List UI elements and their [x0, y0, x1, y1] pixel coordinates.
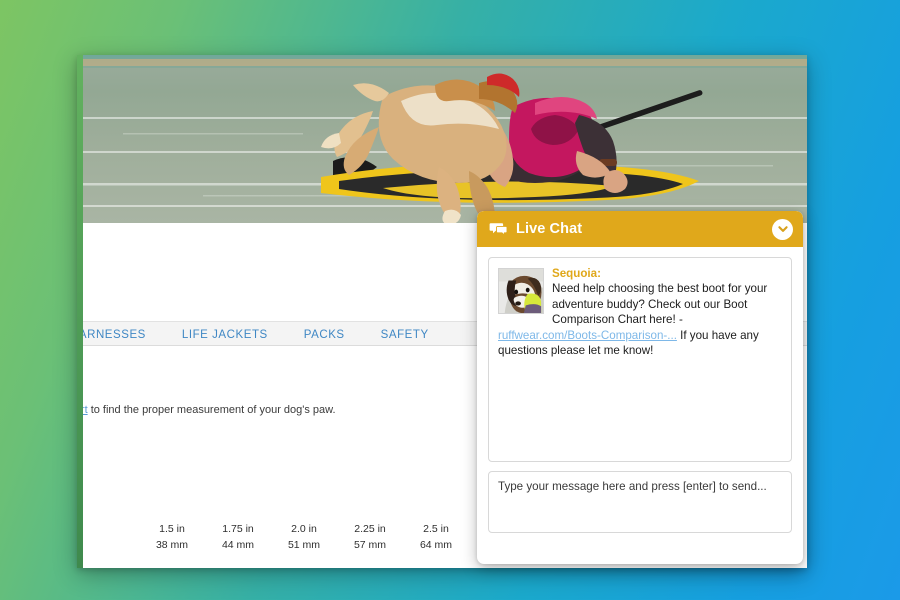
live-chat-header[interactable]: Live Chat [477, 211, 803, 247]
size-mm: 64 mm [419, 539, 453, 551]
size-column: 1.75 in 44 mm [205, 521, 271, 553]
size-column: 2.5 in 64 mm [403, 521, 469, 553]
size-column: 2.0 in 51 mm [271, 521, 337, 553]
size-inches: 2.0 in [291, 523, 317, 535]
live-chat-title: Live Chat [516, 221, 583, 237]
chat-message-log[interactable]: Sequoia: Need help choosing the best boot… [488, 257, 792, 462]
speech-bubbles-icon [489, 222, 508, 236]
sizing-note-line-2: our Paw Measurement Chart to find the pr… [77, 404, 336, 416]
size-inches: 2.25 in [354, 523, 386, 535]
hero-illustration [83, 55, 807, 223]
size-mm: 57 mm [353, 539, 387, 551]
category-nav-items: BOOTS HARNESSES LIFE JACKETS PACKS SAFET… [77, 322, 429, 347]
nav-item-safety[interactable]: SAFETY [381, 329, 429, 341]
chevron-down-icon [777, 226, 788, 232]
nav-item-life-jackets[interactable]: LIFE JACKETS [182, 329, 268, 341]
size-column: 2.25 in 57 mm [337, 521, 403, 553]
hero-image [83, 55, 807, 223]
chat-message-body-before-link: Need help choosing the best boot for you… [552, 282, 768, 327]
live-chat-widget: Live Chat Sequoia: Need help choosing th… [477, 211, 803, 564]
chat-message-input[interactable] [488, 471, 792, 533]
size-mm: 44 mm [221, 539, 255, 551]
live-chat-body: Sequoia: Need help choosing the best boot… [477, 247, 803, 462]
size-column: 1.5 in 38 mm [139, 521, 205, 553]
avatar [498, 268, 544, 314]
sizing-note-suffix: to find the proper measurement of your d… [87, 404, 336, 416]
size-mm: 51 mm [287, 539, 321, 551]
chat-message: Sequoia: Need help choosing the best boot… [498, 266, 782, 358]
dog-avatar-illustration [499, 269, 543, 313]
size-inches: 1.5 in [159, 523, 185, 535]
chat-input-area [477, 462, 803, 549]
chat-collapse-button[interactable] [772, 218, 793, 240]
size-inches: 2.5 in [423, 523, 449, 535]
paw-size-table: 1.5 in 38 mm 1.75 in 44 mm 2.0 in 51 mm … [139, 521, 469, 553]
size-mm: 38 mm [155, 539, 189, 551]
page-left-accent-strip [77, 55, 83, 568]
boots-comparison-link[interactable]: ruffwear.com/Boots-Comparison-... [498, 329, 677, 342]
size-inches: 1.75 in [222, 523, 254, 535]
nav-item-harnesses[interactable]: HARNESSES [77, 329, 146, 341]
nav-item-packs[interactable]: PACKS [304, 329, 345, 341]
